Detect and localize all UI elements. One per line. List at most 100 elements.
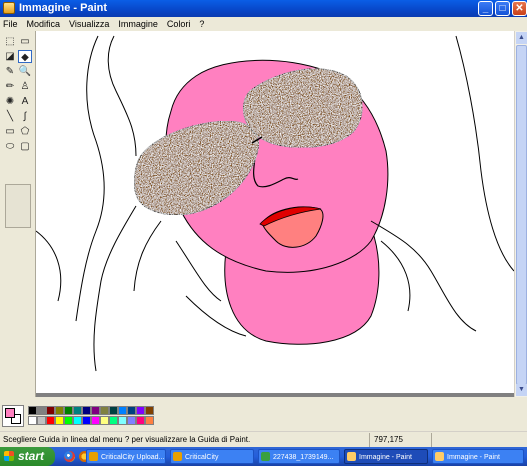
task-app-icon <box>173 452 182 461</box>
drawing <box>36 35 514 372</box>
task-label: CriticalCity Upload... <box>101 454 165 461</box>
scroll-up-icon[interactable]: ▲ <box>516 32 527 44</box>
menu-view[interactable]: Visualizza <box>69 19 109 29</box>
cursor-coordinates: 797,175 <box>369 433 431 447</box>
palette-swatch[interactable] <box>46 416 55 425</box>
current-colors[interactable] <box>2 405 24 427</box>
hood-fold-1 <box>133 220 162 292</box>
palette-swatch[interactable] <box>82 406 91 415</box>
taskbar-button[interactable]: 227438_1739149... <box>258 449 340 464</box>
scroll-down-icon[interactable]: ▼ <box>516 384 527 396</box>
taskbar-button[interactable]: CriticalCity <box>170 449 254 464</box>
menu-file[interactable]: File <box>3 19 18 29</box>
palette-swatch[interactable] <box>127 406 136 415</box>
task-label: Immagine - Paint <box>447 454 500 461</box>
color-picker-icon[interactable]: ✎ <box>3 65 17 78</box>
palette-swatch[interactable] <box>100 406 109 415</box>
task-app-icon <box>89 452 98 461</box>
palette-swatch[interactable] <box>109 406 118 415</box>
palette-swatch[interactable] <box>127 416 136 425</box>
taskbar: start CriticalCity Upload... CriticalCity… <box>0 447 527 466</box>
hood-outline-edge <box>36 230 62 302</box>
task-app-icon <box>435 452 444 461</box>
rounded-rect-icon[interactable]: ▢ <box>18 140 32 153</box>
taskbar-button[interactable]: Immagine - Paint <box>432 449 524 464</box>
task-label: CriticalCity <box>185 454 219 461</box>
palette-swatch[interactable] <box>73 406 82 415</box>
status-text: Scegliere Guida in linea dal menu ? per … <box>3 435 251 444</box>
menu-image[interactable]: Immagine <box>118 19 158 29</box>
palette-swatch[interactable] <box>100 416 109 425</box>
menu-help[interactable]: ? <box>199 19 204 29</box>
taskbar-button[interactable]: CriticalCity Upload... <box>86 449 166 464</box>
tool-options-box[interactable] <box>5 184 31 228</box>
chrome-icon[interactable] <box>64 451 75 462</box>
status-bar: Scegliere Guida in linea dal menu ? per … <box>0 431 527 447</box>
hair-outline-right <box>455 35 514 272</box>
palette-swatch[interactable] <box>28 406 37 415</box>
task-label: Immagine - Paint <box>359 454 412 461</box>
hood-outline-inner <box>93 205 137 372</box>
palette-swatch[interactable] <box>145 406 154 415</box>
menu-edit[interactable]: Modifica <box>27 19 61 29</box>
polygon-icon[interactable]: ⬠ <box>18 125 32 138</box>
hood-outline-top <box>107 35 137 157</box>
canvas-area <box>36 31 514 397</box>
palette-swatch[interactable] <box>91 406 100 415</box>
paint-app-icon <box>3 2 15 14</box>
task-app-icon <box>347 452 356 461</box>
start-label: start <box>18 449 45 463</box>
menu-colors[interactable]: Colori <box>167 19 191 29</box>
rectangle-icon[interactable]: ▭ <box>3 125 17 138</box>
text-icon[interactable]: A <box>18 95 32 108</box>
palette-swatch[interactable] <box>136 406 145 415</box>
magnifier-icon[interactable]: 🔍 <box>18 65 32 78</box>
palette-swatch[interactable] <box>55 416 64 425</box>
status-size-section <box>431 433 527 447</box>
rect-select-icon[interactable]: ▭ <box>18 35 32 48</box>
toolbox: ⬚ ▭ ◪ ◆ ✎ 🔍 ✏ ♙ ✺ A ╲ ∫ ▭ ⬠ ⬭ ▢ <box>0 31 36 397</box>
palette-swatch[interactable] <box>118 416 127 425</box>
curve-icon[interactable]: ∫ <box>18 110 32 123</box>
palette-swatch[interactable] <box>136 416 145 425</box>
scrollbar-thumb[interactable] <box>516 45 527 385</box>
hood-outline-right <box>370 220 477 332</box>
foreground-color[interactable] <box>5 408 15 418</box>
palette-swatch[interactable] <box>64 416 73 425</box>
start-button[interactable]: start <box>0 447 55 466</box>
drawing-canvas[interactable] <box>36 31 514 393</box>
free-select-icon[interactable]: ⬚ <box>3 35 17 48</box>
palette-swatch[interactable] <box>37 406 46 415</box>
windows-logo-icon <box>4 451 14 461</box>
task-label: 227438_1739149... <box>273 454 334 461</box>
close-button[interactable]: ✕ <box>512 1 527 16</box>
palette-swatch[interactable] <box>55 406 64 415</box>
palette-swatch[interactable] <box>37 416 46 425</box>
palette-swatch[interactable] <box>109 416 118 425</box>
vertical-scrollbar[interactable]: ▲ ▼ <box>514 31 527 397</box>
palette-swatch[interactable] <box>28 416 37 425</box>
ellipse-icon[interactable]: ⬭ <box>3 140 17 153</box>
title-bar: Immagine - Paint _ □ ✕ <box>0 0 527 17</box>
minimize-button[interactable]: _ <box>478 1 493 16</box>
palette-swatch[interactable] <box>82 416 91 425</box>
eraser-icon[interactable]: ◪ <box>3 50 17 63</box>
airbrush-icon[interactable]: ✺ <box>3 95 17 108</box>
taskbar-button[interactable]: Immagine - Paint <box>344 449 428 464</box>
menu-bar: File Modifica Visualizza Immagine Colori… <box>0 17 527 31</box>
palette-swatch[interactable] <box>73 416 82 425</box>
hair-outline-left <box>75 35 105 322</box>
window-title: Immagine - Paint <box>19 2 108 14</box>
pencil-icon[interactable]: ✏ <box>3 80 17 93</box>
palette-swatch[interactable] <box>145 416 154 425</box>
palette-swatch[interactable] <box>46 406 55 415</box>
hood-fold-3 <box>380 240 411 312</box>
palette-swatch[interactable] <box>118 406 127 415</box>
maximize-button[interactable]: □ <box>495 1 510 16</box>
palette-swatch[interactable] <box>64 406 73 415</box>
palette-swatch[interactable] <box>91 416 100 425</box>
line-icon[interactable]: ╲ <box>3 110 17 123</box>
color-box <box>0 397 527 431</box>
fill-bucket-icon[interactable]: ◆ <box>18 50 32 63</box>
brush-icon[interactable]: ♙ <box>18 80 32 93</box>
